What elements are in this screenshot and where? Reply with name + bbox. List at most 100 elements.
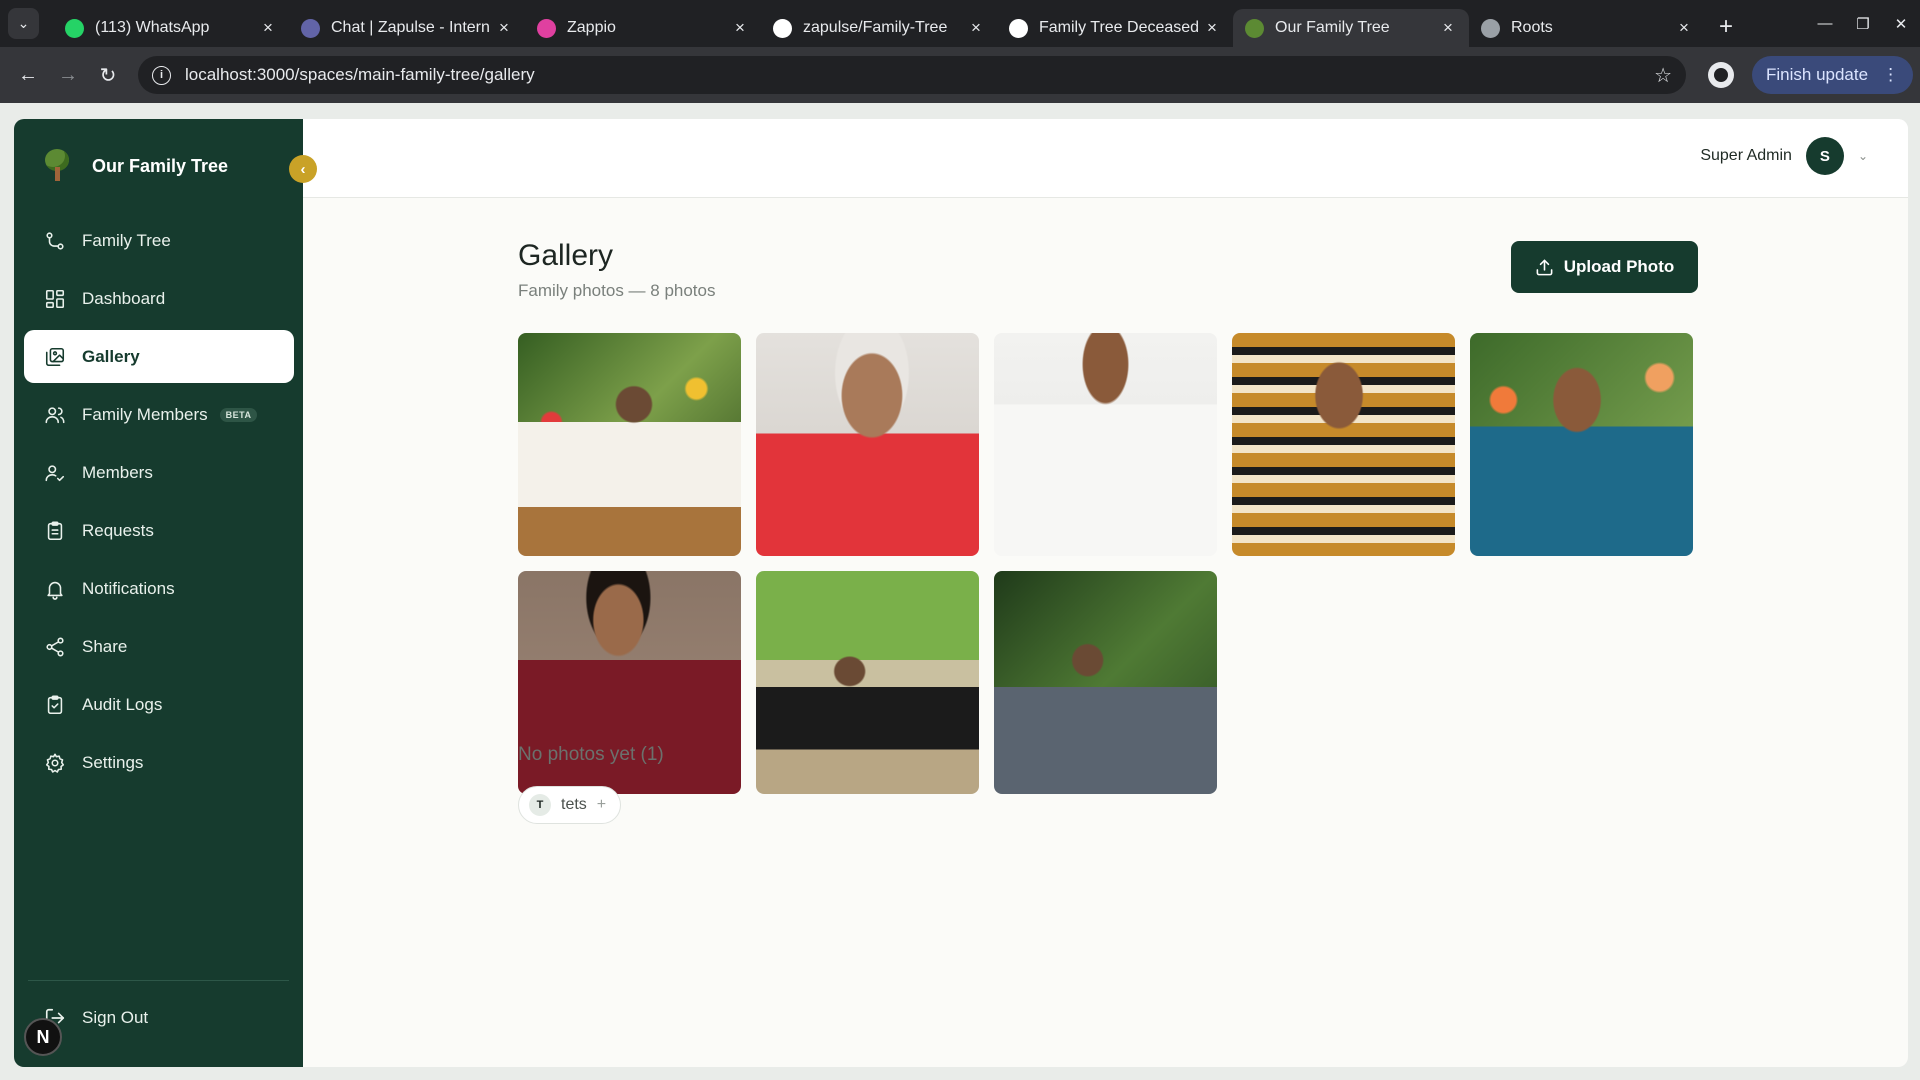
close-tab-icon[interactable]: ×: [1439, 18, 1457, 38]
sidebar-item-settings[interactable]: Settings: [24, 736, 294, 789]
user-check-icon: [44, 462, 66, 484]
share-icon: [44, 636, 66, 658]
tree-branch-icon: [44, 230, 66, 252]
add-photo-icon: +: [596, 796, 607, 813]
globe-icon: [1481, 18, 1500, 38]
brand-name: Our Family Tree: [92, 155, 229, 176]
sidebar-item-label: Audit Logs: [82, 694, 163, 714]
top-bar: Super Admin S ⌄: [303, 119, 1908, 198]
bookmark-star-icon[interactable]: ☆: [1654, 63, 1672, 88]
sidebar-item-label: Family Members: [82, 404, 208, 424]
tab-title: Our Family Tree: [1275, 19, 1390, 36]
browser-tab[interactable]: Roots ×: [1469, 9, 1705, 47]
browser-toolbar: ← → ↻ i localhost:3000/spaces/main-famil…: [0, 47, 1920, 103]
browser-tab[interactable]: zapulse/Family-Tree ×: [761, 9, 997, 47]
browser-tab[interactable]: (113) WhatsApp ×: [53, 9, 289, 47]
reload-button[interactable]: ↻: [88, 63, 128, 88]
tab-title: Chat | Zapulse - Intern: [331, 19, 490, 36]
sidebar-item-label: Gallery: [82, 346, 140, 366]
tab-title: Roots: [1511, 19, 1553, 36]
whatsapp-icon: [65, 18, 84, 38]
tab-title: zapulse/Family-Tree: [803, 19, 948, 36]
member-chip[interactable]: T tets +: [518, 786, 622, 824]
address-bar[interactable]: i localhost:3000/spaces/main-family-tree…: [138, 56, 1686, 94]
collapse-sidebar-button[interactable]: ‹: [289, 155, 317, 183]
sign-out-label: Sign Out: [82, 1008, 149, 1027]
sidebar-divider: [28, 980, 289, 981]
close-tab-icon[interactable]: ×: [259, 18, 277, 38]
no-photos-heading: No photos yet (1): [518, 744, 664, 765]
zappio-icon: [537, 18, 556, 38]
nextjs-dev-badge[interactable]: N: [24, 1018, 62, 1056]
gallery-photo[interactable]: [518, 333, 741, 556]
sidebar-item-requests[interactable]: Requests: [24, 504, 294, 557]
address-url[interactable]: localhost:3000/spaces/main-family-tree/g…: [185, 65, 1654, 85]
minimize-icon[interactable]: —: [1806, 15, 1844, 32]
back-button[interactable]: ←: [8, 64, 48, 87]
finish-update-label: Finish update: [1766, 65, 1869, 84]
window-controls: — ❐ ✕: [1806, 0, 1920, 47]
sidebar-item-label: Requests: [82, 520, 154, 540]
close-tab-icon[interactable]: ×: [731, 18, 749, 38]
gallery-photo[interactable]: [1232, 333, 1455, 556]
tab-title: Zappio: [567, 19, 616, 36]
gallery-photo[interactable]: [756, 333, 979, 556]
sign-out-button[interactable]: Sign Out: [44, 1007, 148, 1029]
clipboard-check-icon: [44, 694, 66, 716]
openai-icon: [1009, 18, 1028, 38]
browser-tab[interactable]: Family Tree Deceased ×: [997, 9, 1233, 47]
sidebar-item-members[interactable]: Members: [24, 446, 294, 499]
gallery-photo[interactable]: [1470, 333, 1693, 556]
gallery-photo[interactable]: [994, 571, 1217, 794]
close-tab-icon[interactable]: ×: [967, 18, 985, 38]
user-name: Super Admin: [1700, 147, 1792, 164]
tab-title: (113) WhatsApp: [95, 19, 210, 36]
member-initial: T: [529, 794, 551, 816]
page-viewport: Our Family Tree Family Tree Dashboard Gall…: [0, 103, 1920, 1080]
sidebar-item-audit-logs[interactable]: Audit Logs: [24, 678, 294, 731]
tree-icon: [1245, 18, 1264, 38]
restore-icon[interactable]: ❐: [1844, 15, 1882, 33]
sidebar-item-label: Members: [82, 462, 153, 482]
sidebar-item-family-members[interactable]: Family Members BETA: [24, 388, 294, 441]
tab-search-button[interactable]: ⌄: [8, 8, 39, 39]
gallery-photo[interactable]: [756, 571, 979, 794]
sidebar: Our Family Tree Family Tree Dashboard Gall…: [14, 119, 303, 1067]
browser-tab[interactable]: Zappio ×: [525, 9, 761, 47]
more-options-icon: ⋮: [1882, 65, 1900, 84]
gear-icon: [44, 752, 66, 774]
profile-avatar-icon[interactable]: [1708, 62, 1734, 88]
browser-tab[interactable]: Chat | Zapulse - Intern ×: [289, 9, 525, 47]
close-tab-icon[interactable]: ×: [1203, 18, 1221, 38]
new-tab-button[interactable]: +: [1719, 13, 1733, 41]
sidebar-item-dashboard[interactable]: Dashboard: [24, 272, 294, 325]
user-menu[interactable]: Super Admin S ⌄: [1700, 137, 1868, 175]
avatar: S: [1805, 137, 1844, 175]
member-name: tets: [561, 796, 587, 813]
sidebar-item-share[interactable]: Share: [24, 620, 294, 673]
sidebar-item-notifications[interactable]: Notifications: [24, 562, 294, 615]
sidebar-item-family-tree[interactable]: Family Tree: [24, 214, 294, 267]
sidebar-item-label: Family Tree: [82, 230, 171, 250]
sidebar-item-gallery[interactable]: Gallery: [24, 330, 294, 383]
sidebar-item-label: Dashboard: [82, 288, 166, 308]
gallery-content: Gallery Family photos — 8 photos Upload …: [518, 239, 1698, 824]
finish-update-button[interactable]: Finish update ⋮: [1752, 56, 1914, 94]
close-tab-icon[interactable]: ×: [1675, 18, 1693, 38]
sidebar-nav: Family Tree Dashboard Gallery Family Member…: [24, 214, 294, 794]
browser-tab-strip: ⌄ (113) WhatsApp × Chat | Zapulse - Intern…: [0, 0, 1920, 47]
clipboard-icon: [44, 520, 66, 542]
forward-button[interactable]: →: [48, 64, 88, 87]
github-icon: [773, 18, 792, 38]
browser-tab[interactable]: Our Family Tree ×: [1233, 9, 1469, 47]
users-icon: [44, 404, 66, 426]
dashboard-icon: [44, 288, 66, 310]
upload-photo-button[interactable]: Upload Photo: [1511, 241, 1698, 293]
close-window-icon[interactable]: ✕: [1882, 15, 1920, 33]
teams-icon: [301, 18, 320, 38]
close-tab-icon[interactable]: ×: [495, 18, 513, 38]
site-info-icon[interactable]: i: [152, 65, 171, 85]
gallery-icon: [44, 346, 66, 368]
sidebar-item-label: Settings: [82, 752, 144, 772]
gallery-photo[interactable]: [994, 333, 1217, 556]
